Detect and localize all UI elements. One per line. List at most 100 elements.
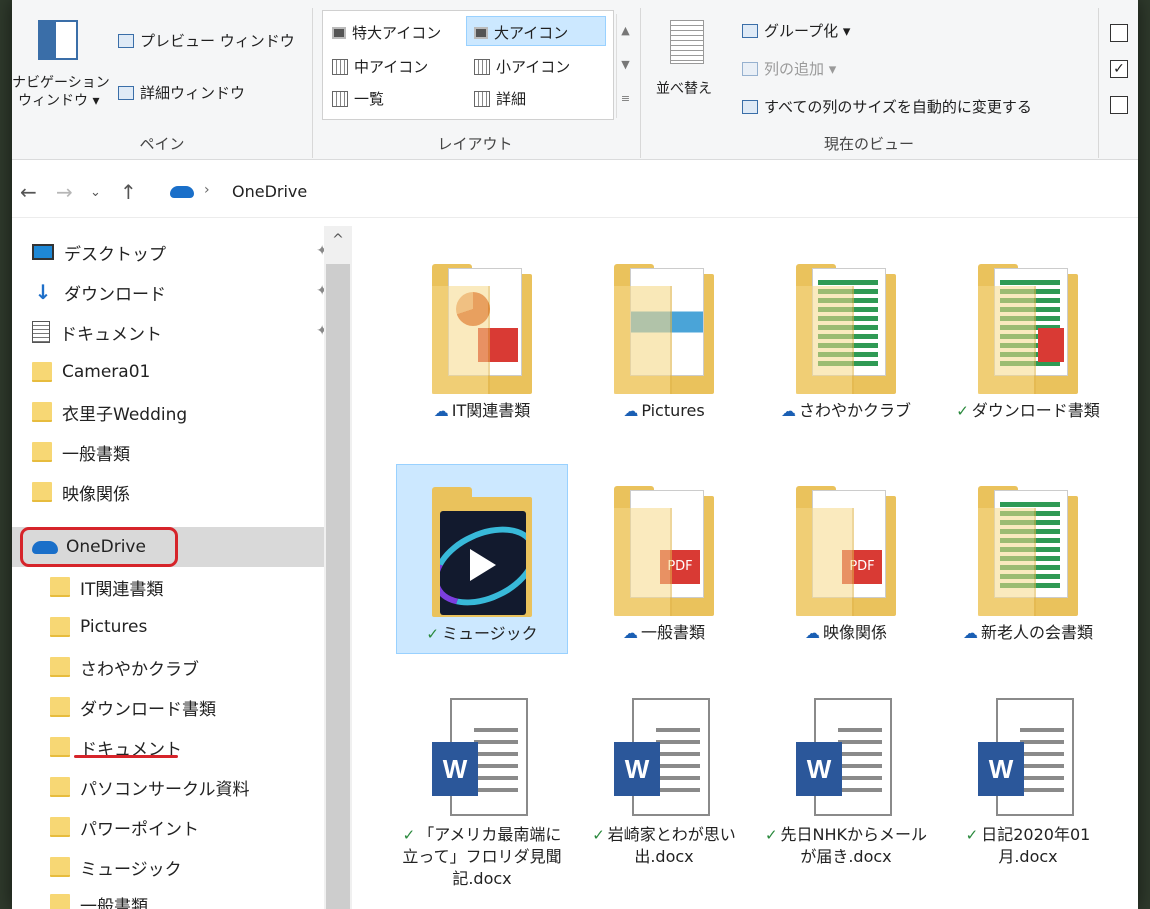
folder-icon: [50, 857, 70, 877]
breadcrumb-onedrive[interactable]: OneDrive: [232, 182, 307, 201]
medium-icons-icon: [332, 58, 348, 75]
forward-arrow-icon[interactable]: →: [56, 180, 73, 204]
add-column-icon: [742, 61, 758, 76]
download-arrow-icon: ↓: [34, 280, 52, 304]
checkbox-1[interactable]: [1110, 24, 1128, 42]
layout-medium-icons[interactable]: 中アイコン: [332, 56, 428, 77]
sidebar-scrollbar[interactable]: ^: [324, 226, 352, 909]
tile-label: ☁ 映像関係: [760, 622, 932, 644]
folder-icon: [432, 487, 532, 617]
folder-icon: [50, 617, 70, 637]
sidebar-item-folder[interactable]: ミュージック: [50, 849, 324, 885]
synced-check-icon: ✓: [956, 402, 969, 420]
preview-pane-label: プレビュー ウィンドウ: [140, 32, 295, 50]
gallery-scroll[interactable]: ▲ ▼ ≡: [616, 14, 634, 118]
sidebar-item-folder[interactable]: 映像関係: [32, 474, 332, 510]
layout-label: 詳細: [496, 90, 527, 108]
tile-name: 岩崎家とわが思い出.docx: [607, 825, 736, 866]
group-by-button[interactable]: グループ化 ▾: [742, 20, 850, 41]
folder-tile[interactable]: ✓ ダウンロード書類: [942, 234, 1114, 446]
checkbox-3[interactable]: [1110, 96, 1128, 114]
folder-icon: [32, 442, 52, 462]
folder-tile[interactable]: ☁ さわやかクラブ: [760, 234, 932, 446]
scroll-up-chevron-icon[interactable]: ^: [324, 232, 352, 248]
folder-icon: [614, 264, 714, 394]
sidebar-item-folder[interactable]: さわやかクラブ: [50, 649, 324, 685]
ribbon-divider: [1098, 8, 1099, 158]
autosize-icon: [742, 99, 758, 114]
navigation-pane-icon[interactable]: [38, 20, 78, 60]
back-arrow-icon[interactable]: ←: [20, 180, 37, 204]
sidebar-item-folder[interactable]: IT関連書類: [50, 569, 324, 605]
onedrive-cloud-icon: [170, 186, 194, 198]
scrollbar-thumb[interactable]: [326, 264, 350, 909]
file-tile[interactable]: W ✓ 日記2020年01月.docx: [942, 672, 1114, 909]
sidebar-item-folder[interactable]: 一般書類: [32, 434, 332, 470]
sort-button[interactable]: 並べ替え: [656, 78, 712, 98]
folder-icon: [50, 697, 70, 717]
sort-label: 並べ替え: [656, 81, 712, 97]
layout-large-icons[interactable]: 大アイコン: [474, 22, 568, 43]
autosize-columns-button[interactable]: すべての列のサイズを自動的に変更する: [742, 96, 1032, 117]
recent-chevron-down-icon[interactable]: ⌄: [90, 185, 101, 200]
document-icon: [32, 321, 50, 343]
folder-icon: [32, 482, 52, 502]
sidebar-item-folder[interactable]: ドキュメント: [50, 729, 324, 765]
tile-name: さわやかクラブ: [798, 401, 911, 420]
layout-list[interactable]: 一覧: [332, 88, 384, 109]
tile-label: ☁ IT関連書類: [396, 400, 568, 422]
tile-label: ✓ 日記2020年01月.docx: [942, 824, 1114, 868]
navigation-pane-button[interactable]: ナビゲーション ウィンドウ ▾: [12, 74, 110, 110]
sidebar-item-desktop[interactable]: デスクトップ ✦: [32, 234, 332, 270]
up-arrow-icon[interactable]: ↑: [120, 180, 137, 204]
sidebar-item-label: ドキュメント: [60, 324, 162, 345]
breadcrumb-chevron-icon: ›: [204, 182, 210, 198]
folder-tile[interactable]: ☁ IT関連書類: [396, 234, 568, 446]
preview-pane-icon: [118, 33, 134, 48]
preview-pane-button[interactable]: プレビュー ウィンドウ: [118, 30, 295, 51]
pane-group-label: ペイン: [139, 135, 185, 153]
explorer-window: ナビゲーション ウィンドウ ▾ プレビュー ウィンドウ 詳細ウィンドウ ペイン …: [12, 0, 1138, 909]
layout-label: 中アイコン: [354, 58, 429, 76]
tile-name: 日記2020年01月.docx: [981, 825, 1091, 866]
sort-icon: [670, 20, 704, 64]
synced-check-icon: ✓: [592, 826, 605, 844]
details-pane-button[interactable]: 詳細ウィンドウ: [118, 82, 245, 103]
word-document-icon: W: [432, 698, 532, 818]
folder-icon: [50, 657, 70, 677]
sidebar-item-folder[interactable]: パワーポイント: [50, 809, 324, 845]
sidebar-item-downloads[interactable]: ↓ ダウンロード ✦: [32, 274, 332, 310]
tile-label: ☁ 一般書類: [578, 622, 750, 644]
folder-icon: [432, 264, 532, 394]
folder-tile[interactable]: ☁ Pictures: [578, 234, 750, 446]
sidebar-item-folder[interactable]: パソコンサークル資料: [50, 769, 324, 805]
file-tile[interactable]: W ✓ 岩崎家とわが思い出.docx: [578, 672, 750, 909]
navigation-pane: デスクトップ ✦ ↓ ダウンロード ✦ ドキュメント ✦ Camera01 衣里…: [12, 226, 352, 909]
sidebar-item-folder[interactable]: 一般書類: [50, 886, 324, 909]
sidebar-item-folder[interactable]: Camera01: [32, 354, 332, 390]
folder-tile-selected[interactable]: ✓ ミュージック: [396, 464, 568, 654]
checkbox-2[interactable]: ✓: [1110, 60, 1128, 78]
folder-tile[interactable]: PDF ☁ 映像関係: [760, 464, 932, 654]
add-column-label: 列の追加 ▾: [764, 60, 837, 78]
layout-label: 一覧: [354, 90, 385, 108]
folder-icon: [32, 402, 52, 422]
sidebar-item-label: 映像関係: [62, 484, 130, 505]
layout-label: 小アイコン: [496, 58, 571, 76]
tile-label: ☁ 新老人の会書類: [942, 622, 1114, 644]
desktop-icon: [32, 244, 54, 260]
sidebar-item-documents[interactable]: ドキュメント ✦: [32, 314, 332, 350]
layout-extra-large-icons[interactable]: 特大アイコン: [332, 22, 441, 43]
layout-details[interactable]: 詳細: [474, 88, 526, 109]
folder-tile[interactable]: ☁ 新老人の会書類: [942, 464, 1114, 664]
layout-small-icons[interactable]: 小アイコン: [474, 56, 570, 77]
tile-name: 一般書類: [640, 623, 705, 642]
sidebar-item-folder[interactable]: 衣里子Wedding: [32, 394, 332, 430]
add-column-button[interactable]: 列の追加 ▾: [742, 58, 836, 79]
sidebar-item-folder[interactable]: ダウンロード書類: [50, 689, 324, 725]
folder-tile[interactable]: PDF ☁ 一般書類: [578, 464, 750, 654]
sidebar-item-folder[interactable]: Pictures: [50, 609, 324, 645]
file-tile[interactable]: W ✓ 先日NHKからメールが届き.docx: [760, 672, 932, 909]
current-view-group: 並べ替え グループ化 ▾ 列の追加 ▾ すべての列のサイズを自動的に変更する 現…: [642, 0, 1096, 160]
file-tile[interactable]: W ✓ 「アメリカ最南端に立って」フロリダ見聞記.docx: [396, 672, 568, 909]
